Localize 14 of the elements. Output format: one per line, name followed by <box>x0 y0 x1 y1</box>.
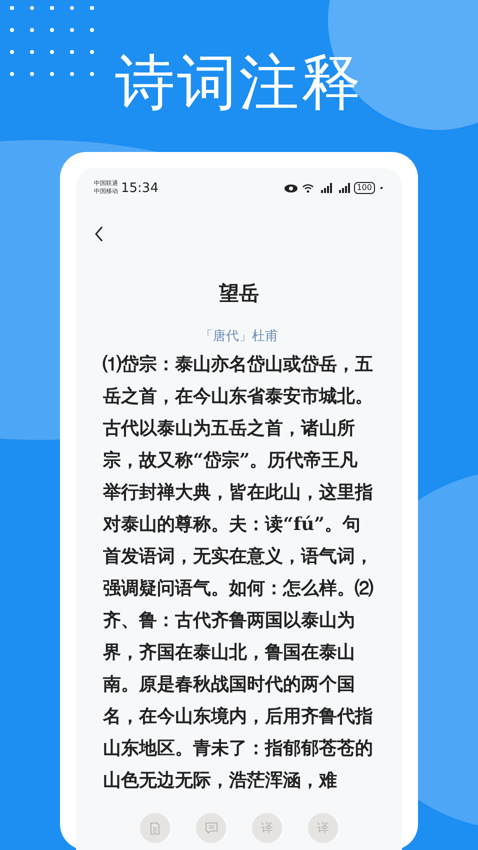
document-icon <box>149 822 161 834</box>
dynasty-label: 「唐代」 <box>200 328 252 345</box>
poem-title: 望岳 <box>218 280 260 307</box>
eye-icon <box>284 184 298 192</box>
battery-level: 100 <box>354 182 375 194</box>
headline: 诗词注释 <box>115 47 363 120</box>
annotation-text: ⑴岱宗：泰山亦名岱山或岱岳，五岳之首，在今山东省泰安市城北。古代以泰山为五岳之首，诸山所宗，故又称“岱宗”。历代帝王凡举行封禅大典，皆在此山，这里指对泰山的尊称。夫：读“fú”。句首发语词，无实在意义，语气词，强调疑问语气。如何：怎么样。⑵齐、鲁：古代齐鲁两国以泰山为界，齐国在泰山北，鲁国在泰山南。原是春秋战国时代的两个国名，在今山东境内，后用齐鲁代指山东地区。青未了：指郁郁苍苍的山色无边无际，浩茫浑涵，难 <box>103 353 374 793</box>
wifi-icon <box>302 183 314 193</box>
document-button[interactable] <box>140 813 170 843</box>
comment-icon <box>204 822 218 834</box>
back-icon[interactable] <box>94 226 104 242</box>
status-time: 15:34 <box>121 180 158 196</box>
author-name: 杜甫 <box>252 328 278 345</box>
comment-button[interactable] <box>196 813 226 843</box>
